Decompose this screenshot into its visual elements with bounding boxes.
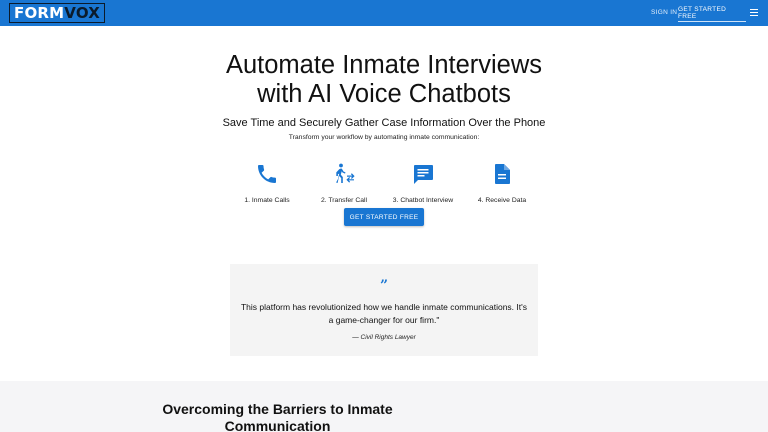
logo-text-form: FORM: [14, 4, 65, 22]
barriers-section: Overcoming the Barriers to Inmate Commun…: [0, 381, 768, 432]
hero-title-line-1: Automate Inmate Interviews: [225, 51, 543, 79]
step-label: 1. Inmate Calls: [244, 197, 290, 204]
testimonial-card: ” This platform has revolutionized how w…: [230, 264, 538, 356]
formvox-logo[interactable]: FORM VOX: [9, 3, 106, 23]
section-title: Overcoming the Barriers to Inmate Commun…: [162, 401, 393, 432]
testimonial-text: This platform has revolutionized how we …: [240, 302, 528, 325]
sign-in-link[interactable]: SIGN IN: [651, 9, 677, 16]
step-inmate-calls: 1. Inmate Calls: [227, 162, 307, 204]
step-receive-data: 4. Receive Data: [462, 162, 542, 204]
transfer-call-icon: [336, 163, 355, 183]
phone-icon: [258, 165, 276, 183]
top-app-bar: FORM VOX SIGN IN GET STARTED FREE: [0, 0, 768, 26]
get-started-nav-button[interactable]: GET STARTED FREE: [678, 4, 746, 22]
logo-text-vox: VOX: [64, 4, 101, 22]
document-icon: [495, 164, 510, 184]
testimonial-author: — Civil Rights Lawyer: [352, 334, 416, 341]
step-chatbot-interview: 3. Chatbot Interview: [383, 162, 463, 204]
quote-icon: ”: [379, 278, 389, 294]
get-started-free-button[interactable]: GET STARTED FREE: [344, 208, 424, 226]
hero-title: Automate Inmate Interviews with AI Voice…: [184, 51, 584, 109]
step-label: 3. Chatbot Interview: [392, 197, 454, 204]
hero-subtitle: Save Time and Securely Gather Case Infor…: [222, 117, 546, 129]
hero-description: Transform your workflow by automating in…: [288, 134, 480, 141]
chat-icon: [414, 165, 433, 184]
step-label: 2. Transfer Call: [320, 197, 368, 204]
menu-icon[interactable]: [750, 9, 758, 16]
step-label: 4. Receive Data: [477, 197, 527, 204]
step-transfer-call: 2. Transfer Call: [304, 162, 384, 204]
hero-title-line-2: with AI Voice Chatbots: [257, 80, 511, 108]
